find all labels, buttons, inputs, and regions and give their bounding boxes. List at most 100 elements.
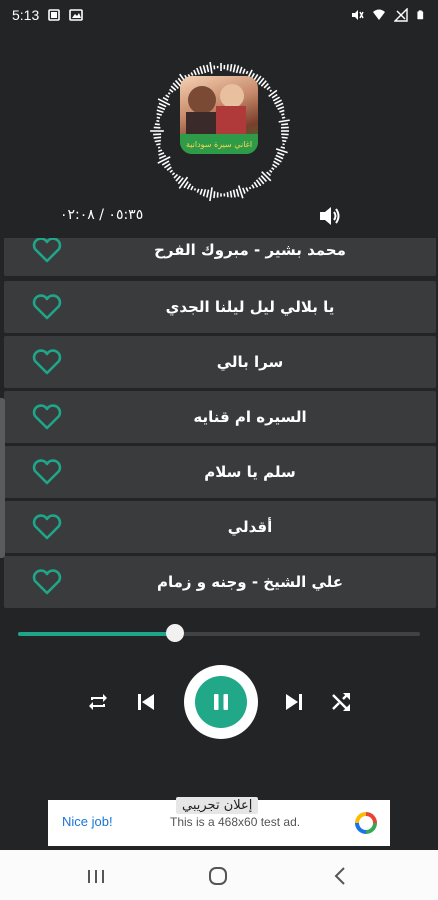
repeat-icon[interactable] — [86, 690, 110, 714]
visualizer-bar — [213, 191, 216, 199]
visualizer-bar — [242, 187, 246, 194]
visualizer-bar — [255, 179, 262, 187]
visualizer-bar — [154, 123, 160, 126]
visualizer-bar — [269, 89, 273, 92]
visualizer-bar — [161, 160, 170, 166]
seek-thumb[interactable] — [165, 624, 184, 642]
battery-icon — [417, 10, 424, 20]
song-row[interactable]: سلم يا سلام — [4, 446, 436, 498]
visualizer-bar — [170, 85, 177, 91]
visualizer-bar — [232, 64, 236, 73]
visualizer-bar — [153, 136, 162, 139]
visualizer-bar — [273, 160, 280, 166]
next-icon[interactable] — [282, 690, 306, 714]
visualizer-bar — [202, 65, 207, 74]
visualizer-bar — [235, 65, 240, 74]
visualizer-bar — [171, 172, 176, 176]
visualizer-bar — [245, 187, 249, 192]
visualizer-bar — [206, 189, 210, 198]
visualizer-bar — [165, 94, 170, 98]
visualizer-bar — [275, 154, 284, 160]
seek-track[interactable] — [18, 632, 420, 636]
ad-label: إعلان تجريبي — [176, 797, 259, 814]
visualizer-bar — [158, 102, 167, 108]
visualizer-bar — [169, 88, 174, 93]
song-list[interactable]: محمد بشير - مبروك الفرح يا بلالي ليل ليل… — [0, 238, 438, 612]
visualizer-bar — [281, 136, 288, 139]
heart-icon[interactable] — [32, 404, 62, 430]
heart-icon[interactable] — [32, 349, 62, 375]
visualizer-bar — [266, 86, 271, 91]
visualizer-bar — [156, 143, 161, 146]
visualizer-bar — [226, 64, 229, 71]
song-row[interactable]: محمد بشير - مبروك الفرح — [4, 238, 436, 276]
visualizer-bar — [271, 93, 278, 99]
heart-icon[interactable] — [32, 459, 62, 485]
song-row[interactable]: أقدلي — [4, 501, 436, 553]
visualizer-bar — [274, 157, 282, 163]
song-title: سرا بالي — [216, 353, 284, 371]
visualizer-bar — [196, 188, 200, 193]
song-title: أقدلي — [227, 518, 273, 536]
visualizer-bar — [253, 181, 259, 188]
heart-icon[interactable] — [32, 294, 62, 320]
visualizer-bar — [158, 152, 165, 156]
song-row[interactable]: يا بلالي ليل ليلنا الجدي — [4, 281, 436, 333]
heart-icon[interactable] — [32, 238, 62, 263]
song-title: السيره ام قنايه — [193, 408, 307, 426]
visualizer-bar — [272, 96, 281, 102]
song-title: علي الشيخ - وجنه و زمام — [156, 573, 344, 591]
visualizer-bar — [193, 69, 197, 76]
home-icon[interactable] — [207, 865, 229, 887]
visualizer-bar — [209, 61, 213, 74]
visualizer-bar — [242, 68, 246, 74]
visualizer-bar — [196, 67, 201, 75]
visualizer-bar — [186, 183, 192, 190]
seek-progress — [18, 632, 175, 636]
visualizer-bar — [167, 92, 171, 95]
visualizer-bar — [169, 169, 174, 173]
visualizer-bar — [278, 119, 290, 123]
visualizer-bar — [245, 70, 249, 75]
pause-button[interactable] — [184, 665, 258, 739]
status-bar: 5:13 — [0, 0, 438, 30]
visualizer-bar — [282, 139, 287, 143]
no-signal-icon — [394, 8, 408, 22]
visualizer-bar — [157, 149, 163, 153]
visualizer-bar — [190, 185, 194, 191]
visualizer-bar — [268, 169, 273, 173]
visualizer-bar — [173, 173, 179, 179]
visualizer-bar — [277, 151, 285, 157]
visualizer-bar — [266, 171, 272, 177]
visualizer-bar — [271, 167, 275, 171]
song-title: يا بلالي ليل ليلنا الجدي — [165, 298, 335, 316]
visualizer-bar — [206, 64, 210, 73]
scroll-indicator[interactable] — [0, 398, 5, 558]
heart-icon[interactable] — [32, 569, 62, 595]
visualizer-bar — [183, 181, 189, 189]
heart-icon[interactable] — [32, 514, 62, 540]
visualizer-bar — [229, 64, 233, 72]
shuffle-icon[interactable] — [329, 690, 353, 714]
recents-icon[interactable] — [85, 865, 107, 887]
song-row[interactable]: السيره ام قنايه — [4, 391, 436, 443]
song-row[interactable]: سرا بالي — [4, 336, 436, 388]
visualizer-bar — [158, 154, 167, 160]
visualizer-bar — [162, 96, 169, 102]
visualizer-bar — [274, 99, 282, 105]
visualizer-bar — [280, 146, 286, 149]
visualizer-bar — [226, 192, 229, 198]
visualizer-bar — [277, 106, 285, 111]
volume-icon[interactable] — [318, 205, 342, 227]
back-icon[interactable] — [330, 865, 352, 887]
visualizer-bar — [275, 102, 284, 108]
song-title: محمد بشير - مبروك الفرح — [154, 241, 346, 259]
song-row[interactable]: علي الشيخ - وجنه و زمام — [4, 556, 436, 608]
visualizer-bar — [156, 109, 164, 114]
visualizer-bar — [281, 113, 285, 116]
pause-icon — [214, 694, 228, 710]
visualizer-bar — [279, 109, 285, 113]
previous-icon[interactable] — [134, 690, 158, 714]
status-time: 5:13 — [12, 7, 40, 23]
visualizer-bar — [178, 176, 189, 189]
